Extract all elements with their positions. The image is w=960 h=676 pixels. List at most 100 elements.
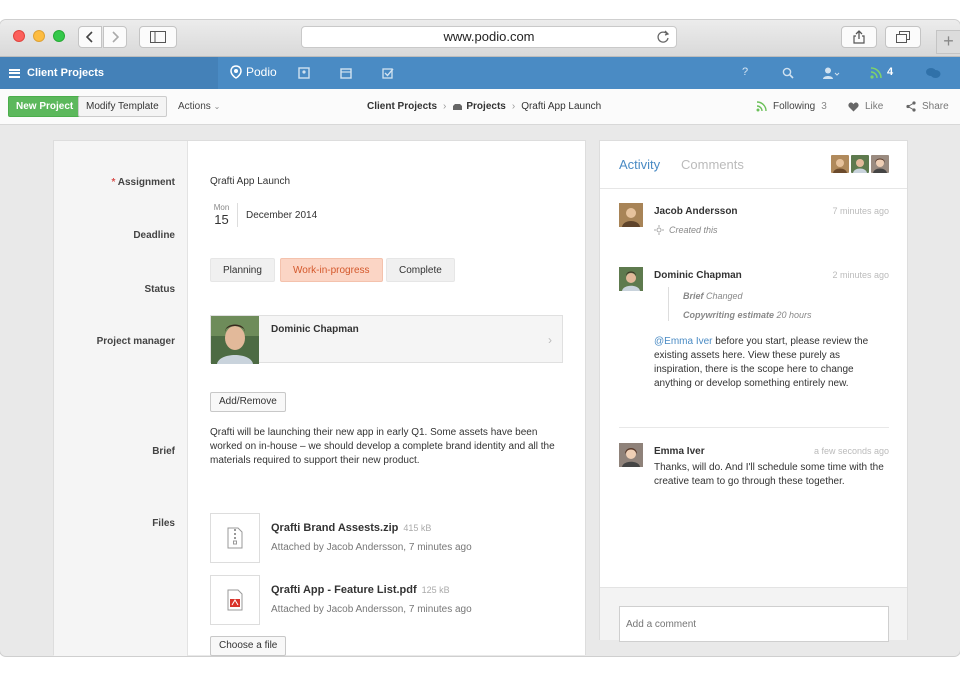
- tasks-icon[interactable]: [381, 66, 395, 80]
- chat-icon[interactable]: [925, 66, 941, 80]
- activity-tabs: Activity Comments: [600, 141, 907, 189]
- search-icon[interactable]: [782, 67, 794, 79]
- breadcrumb-app[interactable]: Projects: [466, 101, 505, 112]
- new-project-button[interactable]: New Project: [8, 96, 82, 117]
- files-label: Files: [152, 518, 175, 529]
- like-button[interactable]: Like: [848, 101, 883, 112]
- modify-template-button[interactable]: Modify Template: [78, 96, 167, 117]
- share-label: Share: [922, 101, 949, 112]
- item-fields-panel: * Assignment Deadline Status Project man…: [53, 140, 586, 656]
- browser-toolbar: www.podio.com +: [0, 20, 960, 57]
- activity-author[interactable]: Dominic Chapman: [654, 270, 742, 281]
- file-meta: Attached by Jacob Andersson, 7 minutes a…: [271, 542, 472, 553]
- following-label: Following: [773, 101, 816, 112]
- close-window-button[interactable]: [13, 30, 25, 42]
- podio-top-nav: Client Projects Podio ? 4: [0, 57, 960, 89]
- status-option-work-in-progress[interactable]: Work-in-progress: [280, 258, 383, 282]
- avatar[interactable]: [871, 155, 889, 173]
- tab-activity[interactable]: Activity: [619, 157, 660, 172]
- avatar[interactable]: [619, 267, 643, 291]
- status-option-complete[interactable]: Complete: [386, 258, 455, 282]
- share-icon: [853, 30, 865, 44]
- calendar-icon[interactable]: [339, 66, 353, 80]
- heart-icon: [848, 102, 859, 111]
- project-manager-name: Dominic Chapman: [271, 324, 359, 335]
- file-size: 125 kB: [421, 585, 450, 595]
- assignment-value[interactable]: Qrafti App Launch: [210, 176, 290, 187]
- tab-comments[interactable]: Comments: [681, 157, 744, 172]
- share-sheet-button[interactable]: [841, 26, 877, 48]
- menu-icon: [9, 68, 20, 78]
- comment-composer: [600, 587, 907, 642]
- file-item[interactable]: Qrafti App - Feature List.pdf 125 kB Atta…: [210, 575, 570, 625]
- tabs-overview-button[interactable]: [885, 26, 921, 48]
- workspace-switcher[interactable]: Client Projects: [0, 57, 218, 89]
- workspace-name: Client Projects: [27, 67, 105, 79]
- back-button[interactable]: [78, 26, 102, 48]
- app-icon: [453, 104, 463, 110]
- share-button[interactable]: Share: [906, 101, 949, 112]
- sidebar-icon: [150, 31, 166, 43]
- activity-message: @Emma Iver before you start, please revi…: [654, 336, 869, 389]
- forward-button[interactable]: [103, 26, 127, 48]
- user-menu-icon[interactable]: [822, 66, 840, 80]
- address-bar[interactable]: www.podio.com: [301, 26, 677, 48]
- breadcrumb-separator-icon: ›: [443, 101, 447, 112]
- file-meta: Attached by Jacob Andersson, 7 minutes a…: [271, 604, 472, 615]
- share-nodes-icon: [906, 101, 916, 112]
- new-tab-button[interactable]: +: [936, 30, 960, 54]
- activity-panel: Activity Comments Jacob Andersson 7 minu…: [599, 140, 908, 642]
- activity-time: 2 minutes ago: [832, 270, 889, 280]
- breadcrumb-workspace[interactable]: Client Projects: [367, 101, 437, 112]
- contacts-icon[interactable]: [297, 66, 311, 80]
- avatar[interactable]: [619, 443, 643, 467]
- podio-logo[interactable]: Podio: [230, 65, 277, 79]
- notifications-count: 4: [887, 66, 894, 78]
- add-remove-button[interactable]: Add/Remove: [210, 392, 286, 412]
- avatar[interactable]: [619, 203, 643, 227]
- zoom-window-button[interactable]: [53, 30, 65, 42]
- brief-label: Brief: [152, 446, 175, 457]
- avatar[interactable]: [851, 155, 869, 173]
- activity-entry: Jacob Andersson 7 minutes ago Created th…: [619, 203, 889, 243]
- avatar: [211, 316, 259, 364]
- actions-menu[interactable]: Actions ⌄: [178, 101, 220, 112]
- file-size: 415 kB: [403, 523, 432, 533]
- deadline-weekday: Mon: [213, 203, 230, 212]
- breadcrumb: Client Projects › Projects › Qrafti App …: [367, 101, 601, 112]
- mention-link[interactable]: @Emma Iver: [654, 336, 713, 347]
- activity-message: Thanks, will do. And I'll schedule some …: [654, 462, 884, 487]
- status-option-planning[interactable]: Planning: [210, 258, 275, 282]
- avatar[interactable]: [831, 155, 849, 173]
- file-item[interactable]: Qrafti Brand Assests.zip 415 kB Attached …: [210, 513, 570, 563]
- activity-time: a few seconds ago: [813, 446, 889, 456]
- project-manager-card[interactable]: Dominic Chapman ›: [210, 315, 563, 364]
- status-label: Status: [144, 284, 175, 295]
- field-labels-column: * Assignment Deadline Status Project man…: [54, 141, 188, 656]
- field-change-brief: Brief Changed: [683, 291, 743, 301]
- help-icon[interactable]: ?: [742, 66, 748, 78]
- deadline-month-year: December 2014: [246, 209, 318, 221]
- like-label: Like: [865, 101, 884, 112]
- minimize-window-button[interactable]: [33, 30, 45, 42]
- feed-icon: [756, 101, 767, 112]
- notifications-feed-icon[interactable]: [869, 66, 883, 80]
- tabs-icon: [896, 31, 910, 43]
- sidebar-toggle-button[interactable]: [139, 26, 177, 48]
- created-note-text: Created this: [669, 225, 718, 235]
- pdf-file-icon: [210, 575, 260, 625]
- comment-input[interactable]: [619, 606, 889, 642]
- activity-time: 7 minutes ago: [832, 206, 889, 216]
- field-changes: Brief Changed Copywriting estimate 20 ho…: [668, 287, 812, 321]
- reload-icon[interactable]: [656, 30, 670, 44]
- file-name: Qrafti App - Feature List.pdf 125 kB: [271, 584, 450, 596]
- brief-text[interactable]: Qrafti will be launching their new app i…: [210, 426, 555, 468]
- created-note: Created this: [654, 225, 718, 235]
- following-toggle[interactable]: Following 3: [756, 101, 827, 112]
- activity-author[interactable]: Emma Iver: [654, 446, 705, 457]
- activity-author[interactable]: Jacob Andersson: [654, 206, 738, 217]
- deadline-value[interactable]: Mon 15 December 2014: [210, 203, 317, 227]
- choose-file-button[interactable]: Choose a file: [210, 636, 287, 656]
- zip-file-icon: [210, 513, 260, 563]
- file-name: Qrafti Brand Assests.zip 415 kB: [271, 522, 432, 534]
